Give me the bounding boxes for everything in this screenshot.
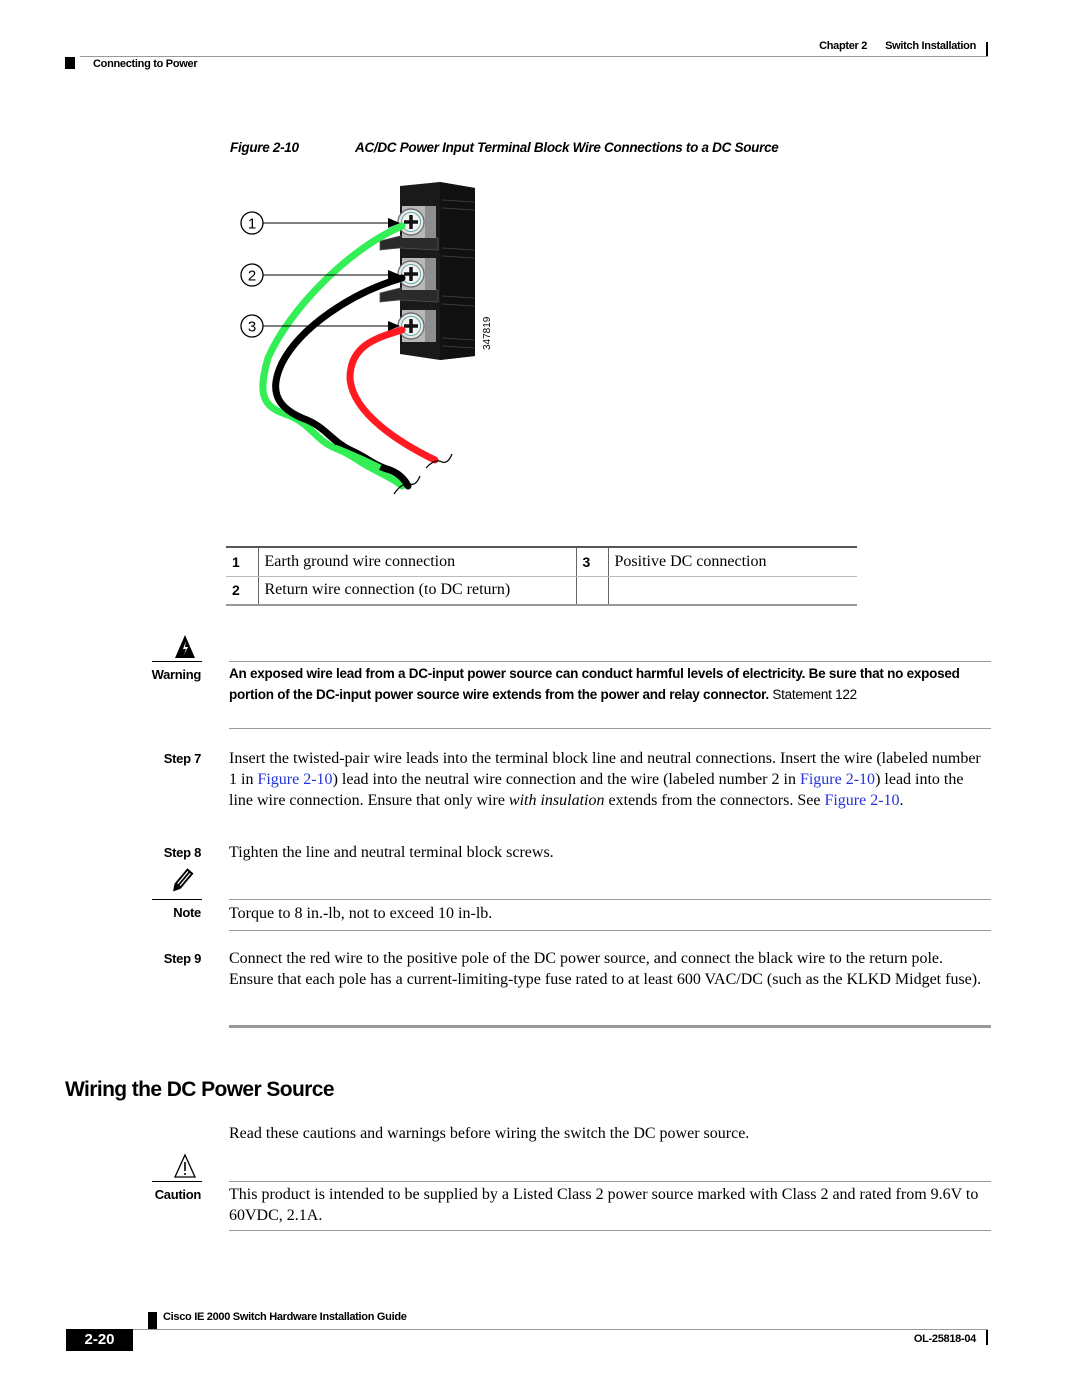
warning-text: An exposed wire lead from a DC-input pow… xyxy=(229,666,960,702)
step-7-label: Step 7 xyxy=(163,751,202,766)
header-bar xyxy=(986,42,988,57)
caution-label: Caution xyxy=(154,1187,202,1202)
warning-bottom-rule xyxy=(229,728,991,729)
figure-link[interactable]: Figure 2-10 xyxy=(800,771,875,788)
figure-link[interactable]: Figure 2-10 xyxy=(824,792,899,809)
svg-text:3: 3 xyxy=(248,319,256,336)
figure-link[interactable]: Figure 2-10 xyxy=(257,771,332,788)
note-label: Note xyxy=(173,905,201,920)
legend-row: 2 Return wire connection (to DC return) xyxy=(226,576,857,605)
art-id: 347819 xyxy=(482,316,493,350)
footer-bar xyxy=(986,1330,988,1345)
caution-icon-box xyxy=(152,1148,202,1182)
warning-label: Warning xyxy=(151,667,202,682)
legend-number: 3 xyxy=(576,547,609,577)
figure-caption: Figure 2-10 AC/DC Power Input Terminal Bl… xyxy=(230,140,779,155)
screw-terminal-2 xyxy=(397,258,436,290)
pencil-note-icon xyxy=(173,868,194,892)
section-intro: Read these cautions and warnings before … xyxy=(229,1125,750,1142)
step-7-text: Insert the twisted-pair wire leads into … xyxy=(229,750,981,809)
legend-number: 1 xyxy=(226,547,259,577)
legend-number xyxy=(576,576,609,605)
legend-text: Earth ground wire connection xyxy=(258,547,577,577)
footer-marker xyxy=(148,1312,157,1329)
header-rule xyxy=(80,56,988,57)
warning-statement: Statement 122 xyxy=(772,686,857,702)
step-9-text: Connect the red wire to the positive pol… xyxy=(229,950,982,988)
step-8-label: Step 8 xyxy=(163,845,202,860)
footer-guide-title: Cisco IE 2000 Switch Hardware Installati… xyxy=(163,1311,407,1323)
step-9-label: Step 9 xyxy=(163,951,202,966)
figure-number: Figure 2-10 xyxy=(230,140,299,155)
callout-1: 1 xyxy=(240,211,400,235)
warning-top-rule xyxy=(229,661,991,662)
chapter-title: Switch Installation xyxy=(885,40,976,52)
legend-number: 2 xyxy=(226,576,259,605)
header-marker xyxy=(65,57,75,69)
footer-rule xyxy=(133,1329,988,1330)
note-icon-box xyxy=(152,866,202,900)
figure-title: AC/DC Power Input Terminal Block Wire Co… xyxy=(355,140,779,155)
legend-text xyxy=(608,576,857,605)
document-number: OL-25818-04 xyxy=(913,1333,976,1345)
chapter-label: Chapter 2 xyxy=(819,40,868,52)
screw-terminal-1 xyxy=(397,206,436,238)
svg-text:2: 2 xyxy=(248,268,256,285)
note-top-rule xyxy=(229,899,991,900)
svg-text:1: 1 xyxy=(248,216,256,233)
running-header-chapter: Chapter 2 Switch Installation xyxy=(700,40,976,52)
terminal-block-figure: 1 2 3 347819 xyxy=(240,182,493,495)
legend-text: Return wire connection (to DC return) xyxy=(258,576,577,605)
caution-bottom-rule xyxy=(229,1230,991,1231)
electrical-hazard-icon xyxy=(175,635,195,658)
page-number: 2-20 xyxy=(66,1329,133,1351)
caution-top-rule xyxy=(229,1181,991,1182)
note-bottom-rule xyxy=(229,930,991,931)
legend-text: Positive DC connection xyxy=(608,547,857,577)
screw-terminal-3 xyxy=(397,310,436,342)
running-header-section: Connecting to Power xyxy=(93,58,198,70)
caution-text: This product is intended to be supplied … xyxy=(229,1186,979,1224)
section-heading: Wiring the DC Power Source xyxy=(65,1078,335,1101)
warning-icon-box xyxy=(152,628,202,662)
procedure-end-rule xyxy=(229,1025,991,1028)
step-8-text: Tighten the line and neutral terminal bl… xyxy=(229,844,554,861)
caution-triangle-icon xyxy=(173,1153,197,1178)
legend-row: 1 Earth ground wire connection 3 Positiv… xyxy=(226,547,857,577)
figure-legend-table: 1 Earth ground wire connection 3 Positiv… xyxy=(226,546,857,606)
note-text: Torque to 8 in.-lb, not to exceed 10 in-… xyxy=(229,905,493,922)
